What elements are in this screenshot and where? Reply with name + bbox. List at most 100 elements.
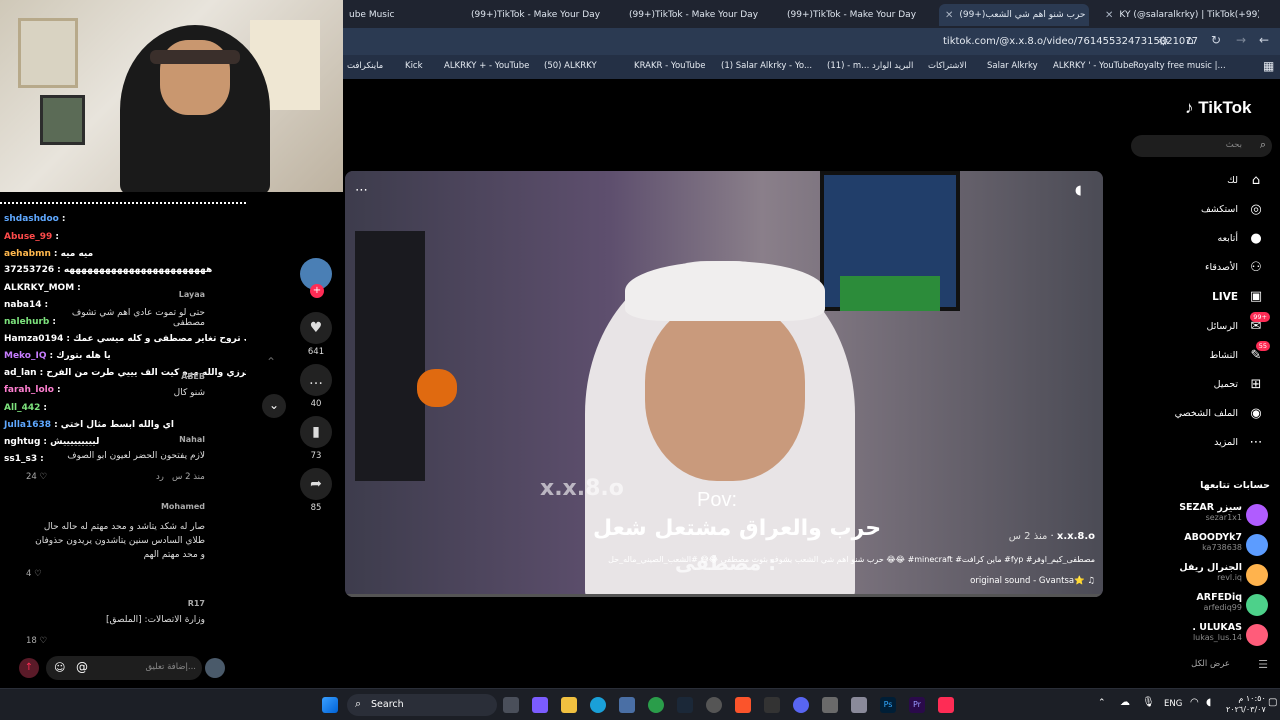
follow-plus-icon[interactable]: + (310, 284, 324, 298)
steam-icon[interactable] (677, 697, 693, 713)
nav-item-messages[interactable]: الرسائل ✉ 99+ (1207, 312, 1270, 334)
comment-like-count[interactable]: 24 ♡ (26, 472, 47, 482)
tab-youtube-music[interactable]: ube Music (343, 4, 443, 26)
home-browser-icon[interactable]: ⌂ (1186, 33, 1194, 47)
avatar[interactable] (1246, 504, 1268, 526)
reply-link[interactable]: رد (156, 472, 164, 482)
photoshop-icon[interactable]: Ps (880, 697, 896, 713)
nav-item-more[interactable]: المزيد ⋯ (1214, 435, 1264, 451)
copilot-icon[interactable] (532, 697, 548, 713)
taskbar-search[interactable]: ⌕ Search (347, 694, 497, 716)
chat-username[interactable]: 37253726 (4, 265, 54, 275)
search-icon[interactable]: ⌕ (1260, 138, 1266, 152)
nav-item-live[interactable]: LIVE ▣ (1212, 289, 1264, 305)
avatar[interactable] (1246, 534, 1268, 556)
clock[interactable]: ١٠:٥٠ م ٢٠٢٦/٠٣/٠٧ (1226, 693, 1266, 715)
close-tab-icon[interactable]: ✕ (945, 10, 953, 21)
nav-item-home[interactable]: لك ⌂ (1227, 172, 1264, 188)
chat-username[interactable]: aehabmn (4, 249, 51, 259)
nav-item-following[interactable]: أتابعه ● (1218, 230, 1265, 246)
bookmark-item[interactable]: Salar Alkrky (987, 61, 1038, 71)
premiere-icon[interactable]: Pr (909, 697, 925, 713)
brave-icon[interactable] (735, 697, 751, 713)
close-tab-icon[interactable]: ✕ (1105, 10, 1113, 21)
forward-icon[interactable]: → (1236, 33, 1246, 47)
nav-item-compass[interactable]: استكشف ◎ (1201, 201, 1264, 217)
bookmark-item[interactable]: الاشتراكات (928, 61, 967, 71)
tab-tiktok-1[interactable]: (99+)TikTok - Make Your Day (465, 4, 615, 26)
store-icon[interactable] (619, 697, 635, 713)
chat-username[interactable]: Abuse_99 (4, 232, 52, 242)
volume-tray-icon[interactable]: ◖ (1206, 697, 1211, 708)
avatar[interactable] (1246, 564, 1268, 586)
mention-icon[interactable]: @ (76, 660, 88, 674)
video-author[interactable]: x.x.8.o (1057, 531, 1095, 542)
chat-username[interactable]: Meko_IQ (4, 351, 47, 361)
share-button[interactable]: ➦ 85 (300, 468, 332, 513)
bookmark-item[interactable]: KRAKR - YouTube (634, 61, 705, 71)
chat-username[interactable]: All_442 (4, 403, 40, 413)
avatar[interactable] (1246, 624, 1268, 646)
tiktok-app-icon[interactable] (938, 697, 954, 713)
tab-tiktok-3[interactable]: (99+)TikTok - Make Your Day (781, 4, 931, 26)
video-sound[interactable]: original sound - Gvantsa⭐ ♫ (970, 576, 1095, 586)
tab-tiktok-2[interactable]: (99+)TikTok - Make Your Day (623, 4, 773, 26)
tab-profile[interactable]: ✕ KY (@salaralkrky) | TikTok(+99) (1099, 4, 1259, 26)
bookmark-item[interactable]: (1) Salar Alkrky - Yo... (721, 61, 812, 71)
chat-username[interactable]: Julla1638 (4, 420, 51, 430)
comment-like-count[interactable]: 18 ♡ (26, 636, 47, 646)
chrome-icon[interactable] (648, 697, 664, 713)
list-icon[interactable]: ☰ (1258, 658, 1268, 671)
language-indicator[interactable]: ENG (1164, 699, 1182, 709)
bookmark-item[interactable]: Royalty free music |... (1133, 61, 1226, 71)
bookmark-item[interactable]: ALKRKY ' - YouTube (1053, 61, 1134, 71)
tune-icon[interactable]: ⚙ (1158, 34, 1169, 48)
bookmark-item[interactable]: Kick (405, 61, 423, 71)
previous-video-icon[interactable]: ⌃ (266, 355, 276, 369)
bookmark-item[interactable]: ماينكرافت (347, 61, 383, 71)
post-comment-button[interactable]: ↑ (19, 658, 39, 678)
tiktok-logo[interactable]: ♪ TikTok (1185, 98, 1251, 118)
edge-icon[interactable] (590, 697, 606, 713)
video-player[interactable]: ⋯ ◖ x.x.8.o Pov: حرب والعراق مشتعل شعل م… (345, 171, 1103, 597)
file-explorer-icon[interactable] (561, 697, 577, 713)
following-account[interactable]: . ULUKAS lukas_lus.14 (1192, 622, 1242, 642)
like-button[interactable]: ♥ 641 (300, 312, 332, 357)
comment-like-count[interactable]: 4 ♡ (26, 569, 42, 579)
obs-icon[interactable] (706, 697, 722, 713)
show-all-link[interactable]: عرض الكل (1191, 659, 1230, 669)
avatar[interactable] (1246, 594, 1268, 616)
nav-item-profile[interactable]: الملف الشخصي ◉ (1175, 406, 1264, 422)
progress-bar[interactable] (345, 594, 1103, 597)
reload-icon[interactable]: ↻ (1211, 33, 1221, 47)
nav-item-activity[interactable]: النشاط ✎ 55 (1209, 341, 1270, 363)
volume-icon[interactable]: ◖ (1075, 183, 1082, 198)
following-account[interactable]: SEZAR سيزر sezar1x1 (1179, 502, 1242, 522)
following-account[interactable]: ARFEDiq arfediq99 (1196, 592, 1242, 612)
more-options-icon[interactable]: ⋯ (355, 183, 368, 198)
bookmarks-folder-icon[interactable]: ▦ (1263, 59, 1274, 73)
following-account[interactable]: ABOODYk7 ka738638 (1184, 532, 1242, 552)
wifi-icon[interactable]: ◠ (1190, 697, 1199, 708)
next-video-icon[interactable]: ⌄ (262, 394, 286, 418)
search-box[interactable]: بحث ⌕ (1131, 135, 1272, 157)
emoji-icon[interactable]: ☺ (54, 661, 65, 674)
tray-overflow-icon[interactable]: ⌃ (1098, 698, 1106, 708)
comment-button[interactable]: … 40 (300, 364, 332, 409)
task-view-icon[interactable] (503, 697, 519, 713)
nav-item-friends[interactable]: الأصدقاء ⚇ (1205, 260, 1264, 276)
chat-username[interactable]: Hamza0194 (4, 334, 63, 344)
tab-active-video[interactable]: ✕ (99+)حرب شنو اهم شي الشعب (939, 4, 1089, 26)
comment-input[interactable]: ☺ @ إضافة تعليق... (46, 656, 202, 680)
save-button[interactable]: ▮ 73 (300, 416, 332, 461)
microphone-icon[interactable]: 🎙 (1142, 697, 1155, 708)
nav-item-upload[interactable]: تحميل ⊞ (1214, 376, 1264, 392)
following-account[interactable]: الجنرال ريفل revl.iq (1179, 562, 1242, 582)
network-icon[interactable]: ☁ (1120, 697, 1130, 708)
notifications-icon[interactable]: ▢ (1268, 697, 1277, 708)
windows-start-icon[interactable] (322, 697, 338, 713)
bookmark-item[interactable]: (11) - m... البريد الوارد (827, 61, 913, 71)
back-icon[interactable]: ← (1259, 33, 1269, 47)
discord-icon[interactable] (793, 697, 809, 713)
app-icon[interactable] (851, 697, 867, 713)
